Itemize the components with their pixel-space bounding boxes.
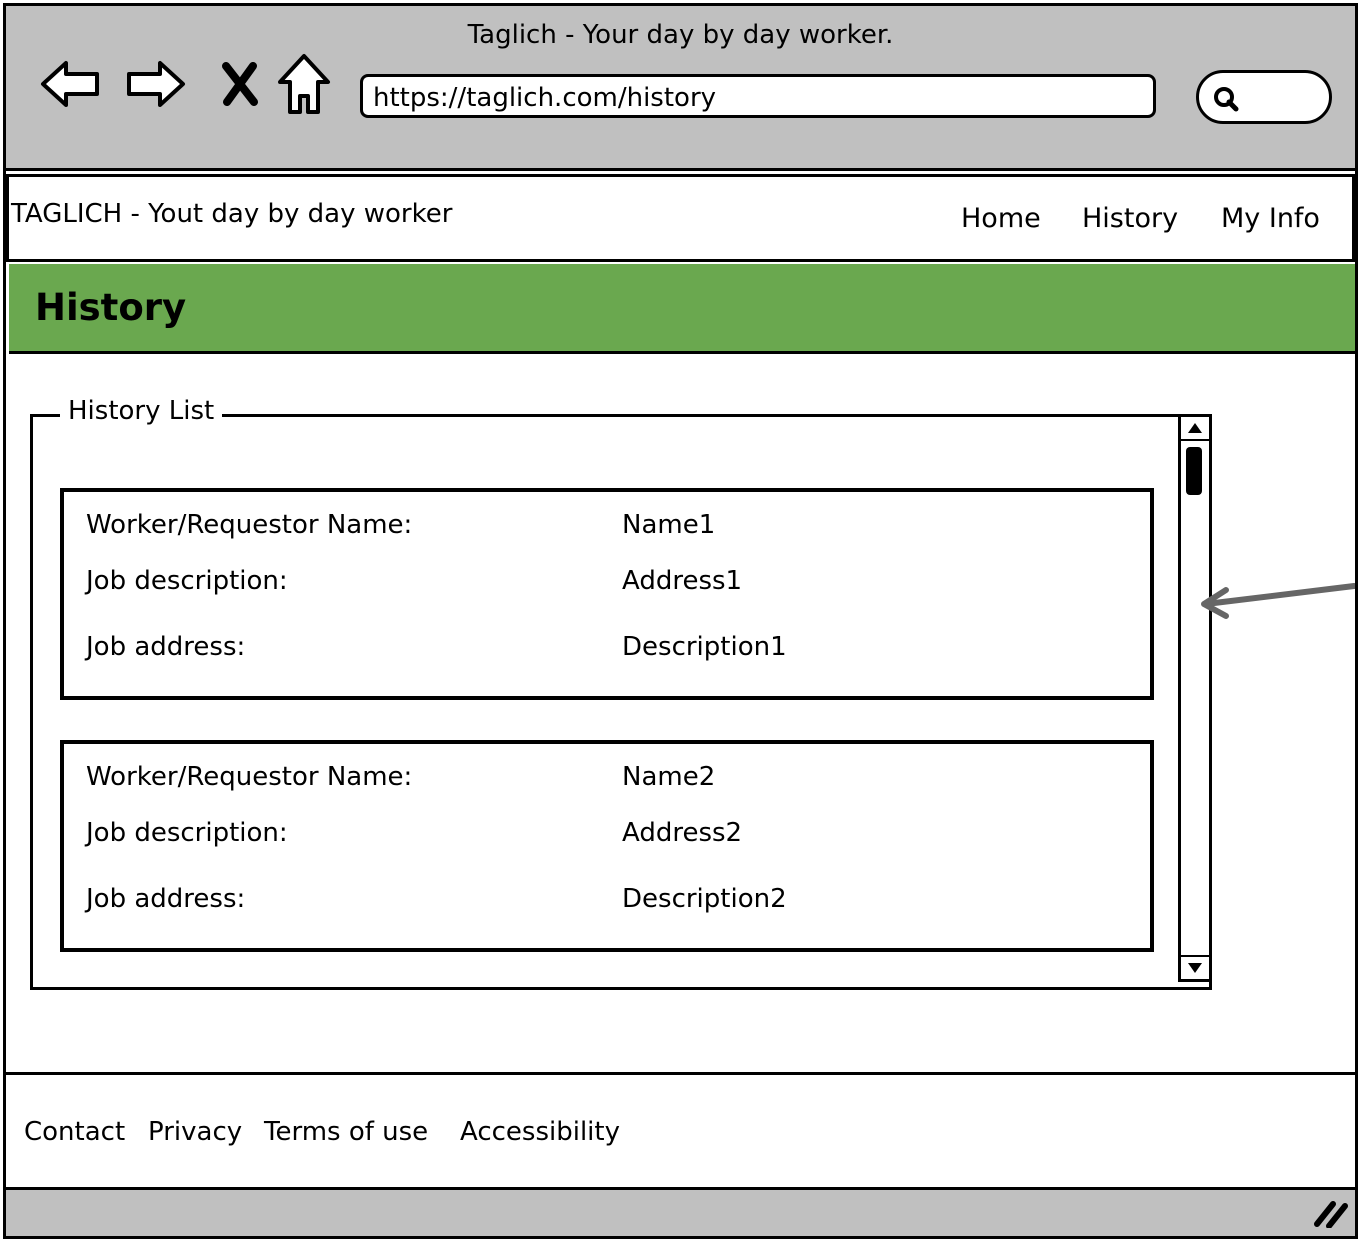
page-title: History [35,286,187,329]
forward-icon [127,61,185,107]
footer-link-privacy[interactable]: Privacy [148,1117,242,1147]
footer-link-terms[interactable]: Terms of use [264,1117,428,1147]
browser-window: Taglich - Your day by day worker. https:… [3,3,1358,1239]
history-list-scrollbar[interactable] [1178,414,1212,982]
site-brand: TAGLICH - Yout day by day worker [11,199,453,229]
window-title: Taglich - Your day by day worker. [467,20,894,50]
job-description-label: Job description: [86,818,288,848]
resize-grip-icon[interactable] [1313,1198,1349,1228]
history-item[interactable]: Worker/Requestor Name: Name2 Job descrip… [60,740,1154,952]
search-icon [1214,87,1239,112]
annotation-arrow-icon [1201,583,1355,619]
job-description-value: Address1 [622,566,743,596]
worker-name-label: Worker/Requestor Name: [86,762,413,792]
site-header: TAGLICH - Yout day by day worker Home Hi… [6,174,1355,262]
job-address-label: Job address: [86,632,246,662]
search-input[interactable] [1196,70,1332,124]
job-address-value: Description2 [622,884,787,914]
browser-status-bar [6,1190,1355,1236]
address-bar[interactable]: https://taglich.com/history [360,74,1156,118]
stop-button[interactable] [210,54,270,114]
triangle-up-icon [1188,423,1202,433]
worker-name-label: Worker/Requestor Name: [86,510,413,540]
back-button[interactable] [40,54,100,114]
close-icon [222,62,258,106]
footer-link-accessibility[interactable]: Accessibility [460,1117,620,1147]
browser-toolbar: Taglich - Your day by day worker. https:… [6,6,1355,171]
history-item[interactable]: Worker/Requestor Name: Name1 Job descrip… [60,488,1154,700]
home-icon [278,54,330,114]
worker-name-value: Name1 [622,510,716,540]
forward-button[interactable] [126,54,186,114]
site-footer: Contact Privacy Terms of use Accessibili… [6,1072,1355,1190]
history-list-legend: History List [60,396,223,426]
footer-link-contact[interactable]: Contact [24,1117,125,1147]
nav-link-my-info[interactable]: My Info [1221,203,1320,234]
job-description-label: Job description: [86,566,288,596]
back-icon [41,61,99,107]
home-button[interactable] [274,54,334,114]
nav-link-history[interactable]: History [1082,203,1178,234]
scroll-down-button[interactable] [1181,955,1209,979]
page-title-band: History [9,264,1355,354]
job-description-value: Address2 [622,818,743,848]
job-address-value: Description1 [622,632,787,662]
nav-link-home[interactable]: Home [961,203,1041,234]
triangle-down-icon [1188,963,1202,973]
worker-name-value: Name2 [622,762,716,792]
job-address-label: Job address: [86,884,246,914]
scroll-thumb[interactable] [1186,447,1202,495]
scroll-up-button[interactable] [1181,417,1209,441]
